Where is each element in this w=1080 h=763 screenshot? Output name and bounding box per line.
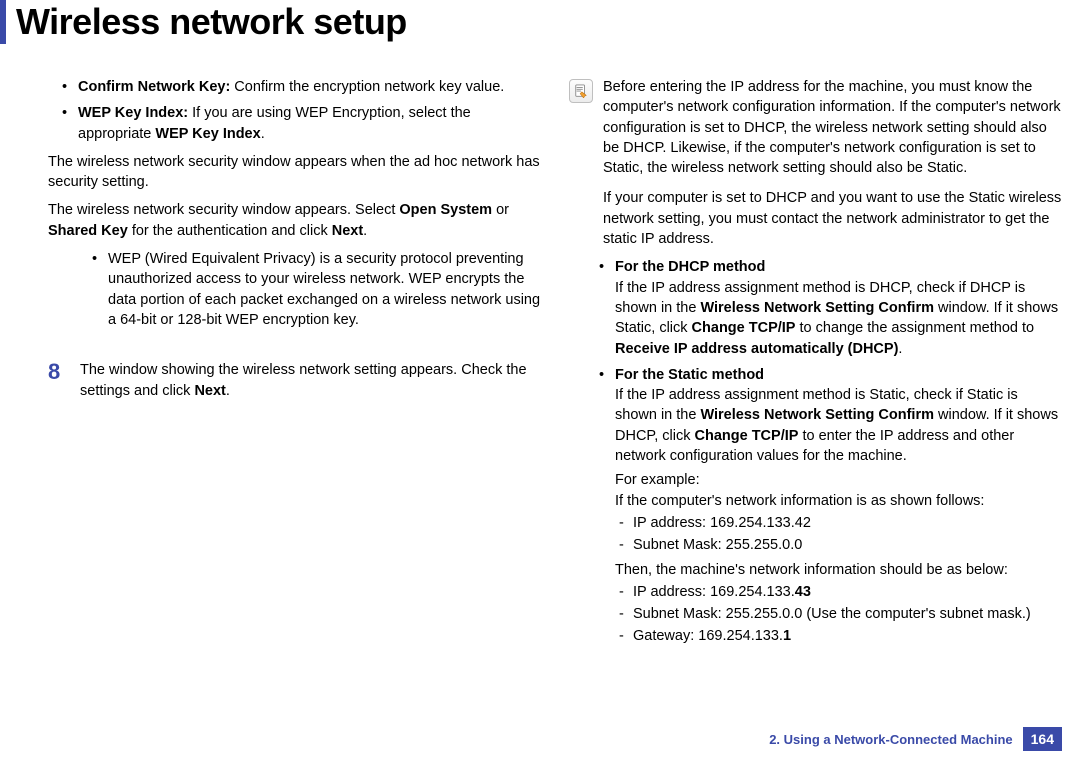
list-item: Subnet Mask: 255.255.0.0 (Use the comput… [619, 604, 1062, 624]
static-method-head: For the Static method [615, 367, 764, 383]
wep-index-label: WEP Key Index: [78, 105, 188, 121]
chapter-label: 2. Using a Network-Connected Machine [769, 732, 1012, 747]
page-title: Wireless network setup [16, 1, 407, 43]
column-right: Before entering the IP address for the m… [569, 77, 1062, 653]
text: . [898, 341, 902, 357]
text: Gateway: 169.254.133. [633, 628, 783, 644]
step-body: The window showing the wireless network … [80, 360, 541, 401]
text: or [492, 202, 509, 218]
paragraph: The wireless network security window app… [48, 200, 541, 241]
text: IP address: 169.254.133. [633, 584, 795, 600]
top-bullet-list: Confirm Network Key: Confirm the encrypt… [48, 77, 541, 144]
text: . [261, 126, 265, 142]
list-item: IP address: 169.254.133.43 [619, 582, 1062, 602]
open-system-bold: Open System [399, 202, 492, 218]
note-text: Before entering the IP address for the m… [603, 77, 1062, 178]
text: for the authentication and click [128, 223, 332, 239]
step-number: 8 [48, 360, 80, 384]
bold: 43 [795, 584, 811, 600]
text: to change the assignment method to [795, 320, 1034, 336]
page-number: 164 [1023, 727, 1062, 751]
list-item: WEP (Wired Equivalent Privacy) is a secu… [96, 249, 541, 330]
shared-key-bold: Shared Key [48, 223, 128, 239]
wep-sublist: WEP (Wired Equivalent Privacy) is a secu… [48, 249, 541, 330]
wep-index-bold: WEP Key Index [155, 126, 260, 142]
content-columns: Confirm Network Key: Confirm the encrypt… [0, 52, 1080, 653]
title-accent [0, 0, 6, 44]
paragraph: If your computer is set to DHCP and you … [569, 188, 1062, 249]
then-label: Then, the machine's network information … [615, 560, 1062, 580]
note-icon [569, 79, 593, 103]
list-item: WEP Key Index: If you are using WEP Encr… [66, 103, 541, 144]
bold: 1 [783, 628, 791, 644]
list-item: Confirm Network Key: Confirm the encrypt… [66, 77, 541, 97]
list-item: For the DHCP method If the IP address as… [603, 257, 1062, 358]
static-body: If the IP address assignment method is S… [615, 385, 1062, 466]
list-item: For the Static method If the IP address … [603, 365, 1062, 647]
text: . [363, 223, 367, 239]
next-bold: Next [194, 383, 225, 399]
example-label: For example: [615, 470, 1062, 490]
list-item: Subnet Mask: 255.255.0.0 [619, 535, 1062, 555]
note-box: Before entering the IP address for the m… [569, 77, 1062, 178]
step-8: 8 The window showing the wireless networ… [48, 360, 541, 401]
example-intro: If the computer's network information is… [615, 491, 1062, 511]
bold: Change TCP/IP [692, 320, 796, 336]
dhcp-method-head: For the DHCP method [615, 259, 765, 275]
text: The wireless network security window app… [48, 202, 399, 218]
bold: Wireless Network Setting Confirm [700, 407, 934, 423]
paragraph: The wireless network security window app… [48, 152, 541, 193]
dhcp-body: If the IP address assignment method is D… [615, 278, 1062, 359]
confirm-key-label: Confirm Network Key: [78, 79, 230, 95]
text: . [226, 383, 230, 399]
text: Confirm the encryption network key value… [230, 79, 504, 95]
column-left: Confirm Network Key: Confirm the encrypt… [48, 77, 541, 653]
title-bar: Wireless network setup [0, 0, 1080, 52]
bold: Change TCP/IP [695, 428, 799, 444]
list-item: Gateway: 169.254.133.1 [619, 626, 1062, 646]
page-footer: 2. Using a Network-Connected Machine 164 [769, 727, 1062, 751]
next-bold: Next [332, 223, 363, 239]
method-list: For the DHCP method If the IP address as… [569, 257, 1062, 646]
machine-list: IP address: 169.254.133.43 Subnet Mask: … [615, 582, 1062, 647]
example-list: IP address: 169.254.133.42 Subnet Mask: … [615, 513, 1062, 556]
list-item: IP address: 169.254.133.42 [619, 513, 1062, 533]
bold: Receive IP address automatically (DHCP) [615, 341, 898, 357]
text: The window showing the wireless network … [80, 362, 527, 398]
bold: Wireless Network Setting Confirm [700, 300, 934, 316]
